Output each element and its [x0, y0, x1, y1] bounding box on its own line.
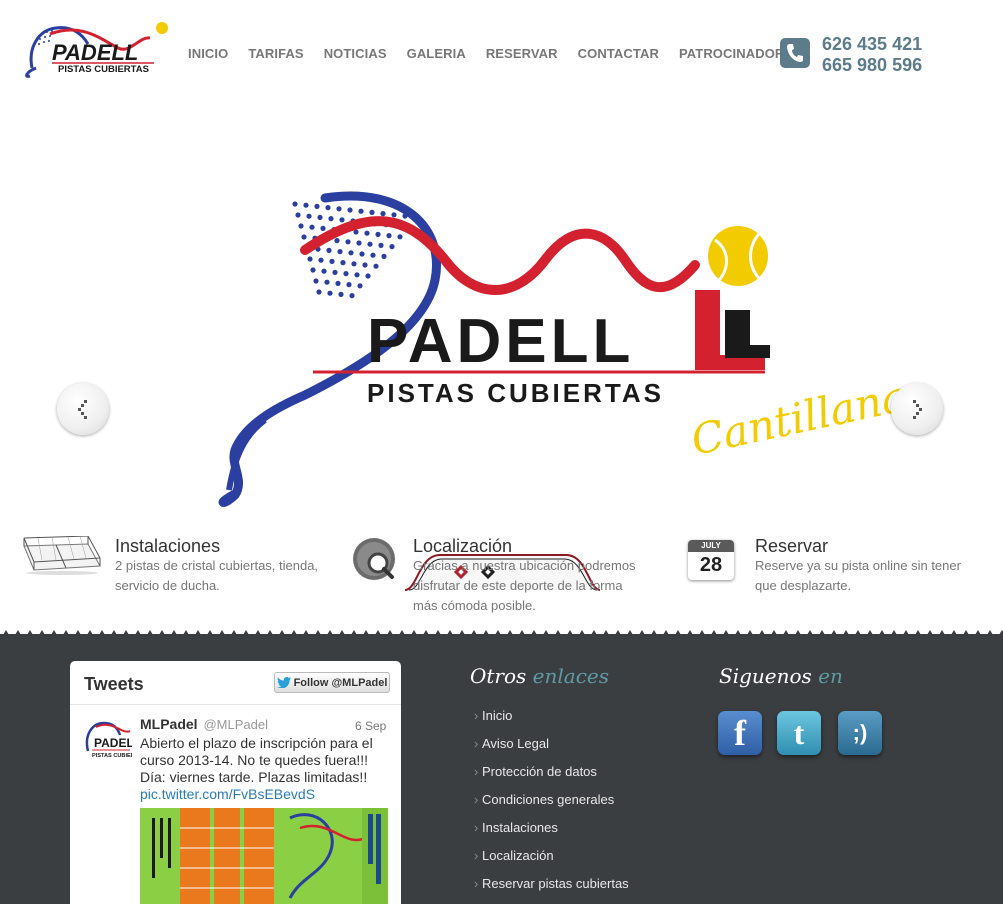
hero-slider: PADELL PISTAS CUBIERTAS Cantillana	[0, 100, 1003, 591]
tweet-author[interactable]: MLPadel @MLPadel	[140, 716, 268, 732]
slider-next-button[interactable]	[891, 383, 943, 435]
slider-prev-button[interactable]	[57, 383, 109, 435]
twitter-follow-button[interactable]: Follow @MLPadel	[274, 672, 390, 693]
phone-number-1[interactable]: 626 435 421	[822, 34, 922, 55]
chevron-left-icon	[78, 400, 87, 419]
twitter-widget-title: Tweets	[84, 674, 144, 694]
feature-title: Instalaciones	[115, 536, 221, 556]
twitter-follow-label: Follow @MLPadel	[293, 676, 388, 689]
phone-number-2[interactable]: 665 980 596	[822, 55, 922, 76]
chevron-right-icon	[913, 400, 922, 419]
facebook-glyph: f	[734, 713, 746, 753]
hero-logo-subtitle: PISTAS CUBIERTAS	[367, 378, 664, 408]
facebook-icon[interactable]: f	[718, 711, 762, 755]
siguenos-title: Siguenos en	[719, 664, 843, 688]
twitter-widget-header: Tweets Follow @MLPadel	[70, 661, 401, 705]
hero-logo-text: PADELL	[367, 307, 634, 376]
hero-location: Cantillana	[687, 371, 905, 464]
feature-description: Reserve ya su pista online sin tener que…	[755, 556, 995, 596]
footer-link-condiciones[interactable]: Condiciones generales	[474, 792, 629, 820]
feature-desc-line: 2 pistas de cristal cubiertas, tienda,	[115, 558, 319, 573]
tweet-media-link[interactable]: pic.twitter.com/FvBsEBevdS	[140, 786, 315, 802]
tweet-avatar[interactable]: PADELL PISTAS CUBIERTAS	[82, 717, 132, 759]
tweet-avatar-logo-subtitle: PISTAS CUBIERTAS	[92, 753, 132, 759]
feature-desc-line: que desplazarte.	[755, 578, 852, 593]
tweet-body: Abierto el plazo de inscripción para el …	[140, 735, 373, 785]
calendar-month: JULY	[688, 540, 734, 552]
footer-link-localizacion[interactable]: Localización	[474, 848, 629, 876]
footer-link-aviso-legal[interactable]: Aviso Legal	[474, 736, 629, 764]
calendar-icon: JULY 28	[688, 540, 734, 580]
footer-link-instalaciones[interactable]: Instalaciones	[474, 820, 629, 848]
map-search-icon	[353, 538, 395, 580]
feature-title: Reservar	[755, 536, 829, 556]
tweet-author-name: MLPadel	[140, 716, 198, 732]
feature-description: 2 pistas de cristal cubiertas, tienda, s…	[115, 556, 345, 596]
nav-inicio[interactable]: INICIO	[188, 46, 228, 61]
footer-links: Inicio Aviso Legal Protección de datos C…	[474, 708, 629, 904]
twitter-widget: Tweets Follow @MLPadel PADELL PISTAS CUB…	[70, 661, 401, 904]
siguenos-title-word1: Siguenos	[719, 664, 812, 688]
footer-link-reservar-pistas[interactable]: Reservar pistas cubiertas	[474, 876, 629, 904]
feature-desc-line: Reserve ya su pista online sin tener	[755, 558, 961, 573]
logo-text: PADELL	[52, 40, 138, 65]
feature-title: Localización	[413, 536, 513, 556]
logo-subtitle: PISTAS CUBIERTAS	[58, 64, 149, 75]
otros-enlaces-title-word2: enlaces	[532, 664, 610, 688]
tweet-avatar-logo-text: PADELL	[94, 736, 132, 750]
nav-galeria[interactable]: GALERIA	[407, 46, 466, 61]
twitter-bird-icon	[276, 677, 291, 688]
tuenti-icon[interactable]: ;)	[838, 711, 882, 755]
feature-desc-line: Gracias a nuestra ubicación podremos	[413, 558, 636, 573]
hero-logo: PADELL PISTAS CUBIERTAS Cantillana	[218, 191, 905, 507]
feature-description: Gracias a nuestra ubicación podremos dis…	[413, 556, 673, 616]
tuenti-glyph: ;)	[852, 720, 868, 745]
tweet-author-handle: @MLPadel	[203, 717, 268, 732]
phone-numbers: 626 435 421 665 980 596	[822, 34, 922, 76]
twitter-glyph: t	[793, 714, 805, 751]
nav-reservar[interactable]: RESERVAR	[486, 46, 558, 61]
feature-desc-line: más cómoda posible.	[413, 598, 536, 613]
calendar-day: 28	[699, 554, 723, 576]
phone-icon	[780, 38, 810, 68]
nav-contactar[interactable]: CONTACTAR	[578, 46, 659, 61]
tweet-text: Abierto el plazo de inscripción para el …	[140, 735, 390, 803]
twitter-icon[interactable]: t	[777, 711, 821, 755]
footer-link-inicio[interactable]: Inicio	[474, 708, 629, 736]
nav-tarifas[interactable]: TARIFAS	[248, 46, 303, 61]
siguenos-title-word2: en	[818, 664, 843, 688]
main-nav: INICIO TARIFAS NOTICIAS GALERIA RESERVAR…	[188, 46, 822, 61]
footer-zigzag-edge	[0, 630, 1003, 640]
feature-desc-line: disfrutar de este deporte de la forma	[413, 578, 623, 593]
tweet-date[interactable]: 6 Sep	[355, 719, 386, 733]
footer-link-proteccion-datos[interactable]: Protección de datos	[474, 764, 629, 792]
court-icon	[23, 536, 101, 575]
site-header: PADELL PISTAS CUBIERTAS INICIO TARIFAS N…	[0, 0, 1003, 100]
otros-enlaces-title: Otros enlaces	[470, 664, 609, 688]
nav-noticias[interactable]: NOTICIAS	[324, 46, 387, 61]
site-logo[interactable]: PADELL PISTAS CUBIERTAS	[22, 18, 172, 80]
otros-enlaces-title-word1: Otros	[470, 664, 527, 688]
feature-desc-line: servicio de ducha.	[115, 578, 220, 593]
tweet-media-image[interactable]	[140, 808, 388, 904]
